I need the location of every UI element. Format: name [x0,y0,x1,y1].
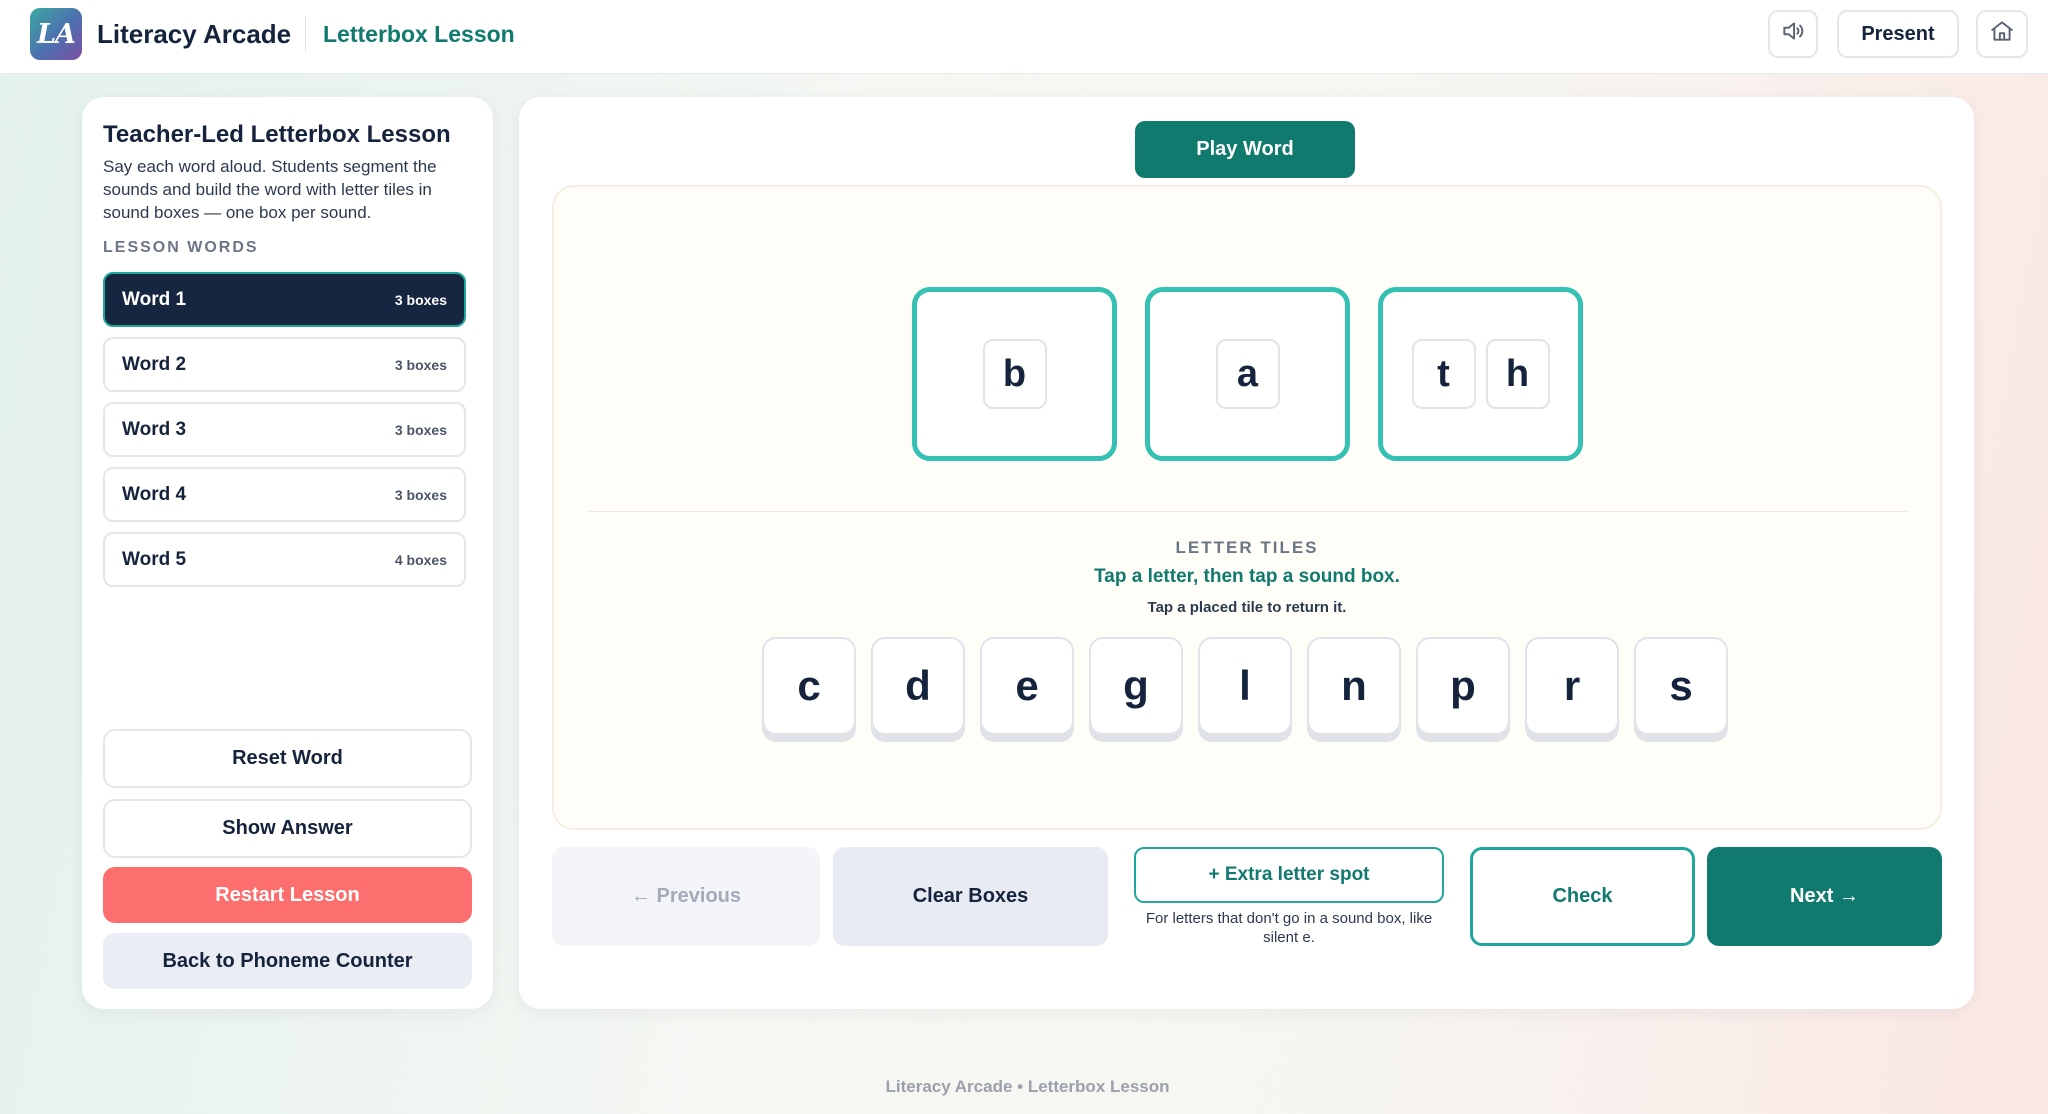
letter-tiles-instruction: Tap a letter, then tap a sound box. [1094,566,1400,587]
present-button[interactable]: Present [1837,10,1959,58]
placed-tile[interactable]: h [1485,339,1550,409]
restart-lesson-button[interactable]: Restart Lesson [103,867,472,923]
letter-tile-tray: c d e g l n p r s [762,637,1742,741]
show-answer-button[interactable]: Show Answer [103,799,472,858]
word-label: Word 1 [122,288,187,310]
letter-tile-d[interactable]: d [871,637,965,735]
sound-button[interactable] [1768,10,1818,58]
letter-tile-r[interactable]: r [1525,637,1619,735]
top-bar: LA Literacy Arcade Letterbox Lesson Pres… [0,0,2048,74]
word-label: Word 5 [122,548,187,570]
letterbox-board: b a t h LETTER TILES Tap a letter, then … [552,185,1942,830]
word-item-4[interactable]: Word 4 3 boxes [103,467,466,522]
word-box-count: 4 boxes [394,551,447,568]
word-box-count: 3 boxes [394,291,447,308]
letterbox-workspace: Play Word b a t h LETTER TILES Tap a let… [519,97,1974,1009]
letter-tile-e[interactable]: e [980,637,1074,735]
letter-tile-s[interactable]: s [1634,637,1728,735]
letter-tile-g[interactable]: g [1089,637,1183,735]
placed-tile[interactable]: b [982,339,1047,409]
reset-word-button[interactable]: Reset Word [103,729,472,788]
extra-letter-spot-button[interactable]: + Extra letter spot [1134,847,1444,903]
word-item-5[interactable]: Word 5 4 boxes [103,532,466,587]
speaker-icon [1780,18,1806,50]
check-button[interactable]: Check [1470,847,1695,946]
app-title: Literacy Arcade [97,19,292,49]
sound-box-1[interactable]: b [912,287,1117,461]
lesson-title: Letterbox Lesson [323,21,515,47]
letter-tile-p[interactable]: p [1416,637,1510,735]
sidebar-description: Say each word aloud. Students segment th… [103,157,437,222]
play-word-button[interactable]: Play Word [1135,121,1355,178]
letter-tiles-hint: Tap a placed tile to return it. [1147,599,1347,616]
back-to-phoneme-counter-button[interactable]: Back to Phoneme Counter [103,933,472,989]
lesson-sidebar: Teacher-Led Letterbox Lesson Say each wo… [82,97,493,1009]
sidebar-title: Teacher-Led Letterbox Lesson [103,121,451,148]
clear-boxes-button[interactable]: Clear Boxes [833,847,1108,946]
word-item-3[interactable]: Word 3 3 boxes [103,402,466,457]
word-item-1[interactable]: Word 1 3 boxes [103,272,466,327]
word-label: Word 3 [122,418,187,440]
lesson-word-list: Word 1 3 boxes Word 2 3 boxes Word 3 3 b… [103,272,466,597]
sound-box-2[interactable]: a [1145,287,1350,461]
footer-text: Literacy Arcade • Letterbox Lesson [885,1077,1170,1096]
previous-button[interactable]: ← Previous [552,847,820,946]
letter-tiles-heading: LETTER TILES [1175,538,1319,557]
placed-tile[interactable]: t [1411,339,1476,409]
letter-tile-c[interactable]: c [762,637,856,735]
placed-tile[interactable]: a [1215,339,1280,409]
word-box-count: 3 boxes [394,356,447,373]
app-logo: LA [30,8,82,60]
home-button[interactable] [1976,10,2028,58]
sound-box-3[interactable]: t h [1378,287,1583,461]
word-item-2[interactable]: Word 2 3 boxes [103,337,466,392]
lesson-words-heading: LESSON WORDS [103,239,259,256]
home-icon [1989,18,2015,50]
word-label: Word 2 [122,353,187,375]
next-button[interactable]: Next → [1707,847,1942,946]
word-label: Word 4 [122,483,187,505]
extra-letter-note: For letters that don't go in a sound box… [1145,910,1433,946]
board-divider [589,511,1907,512]
header-divider [305,16,306,52]
word-box-count: 3 boxes [394,486,447,503]
letter-tile-l[interactable]: l [1198,637,1292,735]
word-box-count: 3 boxes [394,421,447,438]
letter-tile-n[interactable]: n [1307,637,1401,735]
